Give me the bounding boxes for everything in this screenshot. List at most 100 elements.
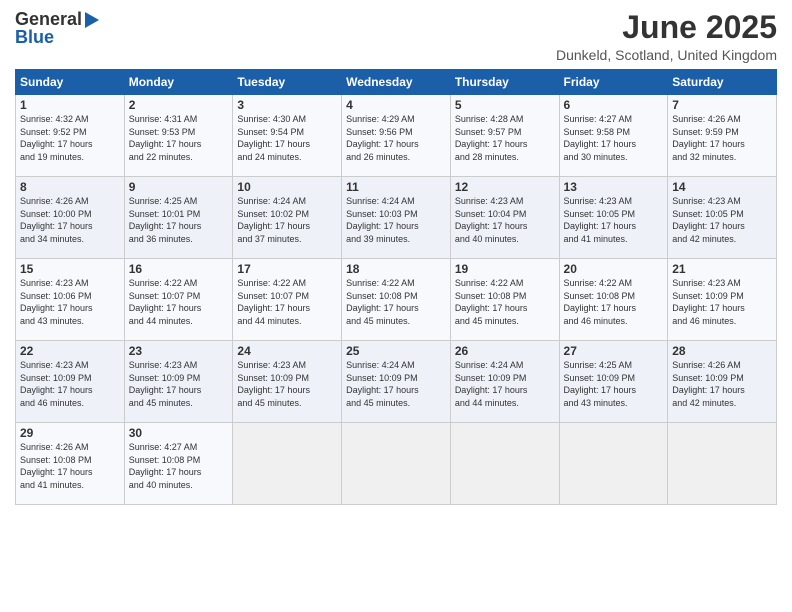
day-info: Sunrise: 4:22 AM Sunset: 10:08 PM Daylig… [346,278,419,326]
day-info: Sunrise: 4:23 AM Sunset: 10:05 PM Daylig… [564,196,637,244]
calendar-cell: 6 Sunrise: 4:27 AM Sunset: 9:58 PM Daylig… [559,95,668,177]
calendar-cell: 12Sunrise: 4:23 AM Sunset: 10:04 PM Dayl… [450,177,559,259]
day-number: 13 [564,180,664,194]
day-number: 9 [129,180,229,194]
calendar-cell: 25 Sunrise: 4:24 AM Sunset: 10:09 PM Dayl… [342,341,451,423]
day-number: 14 [672,180,772,194]
calendar-cell: 14 Sunrise: 4:23 AM Sunset: 10:05 PM Dayl… [668,177,777,259]
calendar-cell: 4 Sunrise: 4:29 AM Sunset: 9:56 PM Daylig… [342,95,451,177]
calendar-cell: 15Sunrise: 4:23 AM Sunset: 10:06 PM Dayl… [16,259,125,341]
logo-arrow-icon [85,12,99,28]
day-info: Sunrise: 4:23 AM Sunset: 10:09 PM Daylig… [129,360,202,408]
calendar-cell: 17Sunrise: 4:22 AM Sunset: 10:07 PM Dayl… [233,259,342,341]
calendar-cell: 8 Sunrise: 4:26 AM Sunset: 10:00 PM Dayli… [16,177,125,259]
calendar-cell: 1 Sunrise: 4:32 AM Sunset: 9:52 PM Daylig… [16,95,125,177]
calendar-cell: 21 Sunrise: 4:23 AM Sunset: 10:09 PM Dayl… [668,259,777,341]
day-number: 17 [237,262,337,276]
day-info: Sunrise: 4:23 AM Sunset: 10:09 PM Daylig… [672,278,745,326]
day-info: Sunrise: 4:29 AM Sunset: 9:56 PM Dayligh… [346,114,419,162]
day-info: Sunrise: 4:25 AM Sunset: 10:09 PM Daylig… [564,360,637,408]
day-number: 5 [455,98,555,112]
day-header-wednesday: Wednesday [342,70,451,95]
calendar-cell [450,423,559,505]
day-number: 23 [129,344,229,358]
calendar-cell: 28 Sunrise: 4:26 AM Sunset: 10:09 PM Dayl… [668,341,777,423]
day-number: 16 [129,262,229,276]
logo-text: General Blue [15,10,99,46]
calendar-body: 1 Sunrise: 4:32 AM Sunset: 9:52 PM Daylig… [16,95,777,505]
logo: General Blue [15,10,99,46]
day-number: 7 [672,98,772,112]
month-title: June 2025 [556,10,777,45]
day-number: 30 [129,426,229,440]
calendar-header: SundayMondayTuesdayWednesdayThursdayFrid… [16,70,777,95]
calendar-cell: 11 Sunrise: 4:24 AM Sunset: 10:03 PM Dayl… [342,177,451,259]
calendar-cell: 30Sunrise: 4:27 AM Sunset: 10:08 PM Dayl… [124,423,233,505]
location-text: Dunkeld, Scotland, United Kingdom [556,47,777,63]
day-info: Sunrise: 4:22 AM Sunset: 10:08 PM Daylig… [564,278,637,326]
day-info: Sunrise: 4:24 AM Sunset: 10:02 PM Daylig… [237,196,310,244]
calendar-cell: 16 Sunrise: 4:22 AM Sunset: 10:07 PM Dayl… [124,259,233,341]
calendar-week-row: 8 Sunrise: 4:26 AM Sunset: 10:00 PM Dayli… [16,177,777,259]
day-header-sunday: Sunday [16,70,125,95]
calendar-cell: 2Sunrise: 4:31 AM Sunset: 9:53 PM Daylig… [124,95,233,177]
calendar-cell: 27Sunrise: 4:25 AM Sunset: 10:09 PM Dayl… [559,341,668,423]
calendar-cell: 29Sunrise: 4:26 AM Sunset: 10:08 PM Dayl… [16,423,125,505]
day-number: 28 [672,344,772,358]
day-headers-row: SundayMondayTuesdayWednesdayThursdayFrid… [16,70,777,95]
day-info: Sunrise: 4:25 AM Sunset: 10:01 PM Daylig… [129,196,202,244]
calendar-cell: 24 Sunrise: 4:23 AM Sunset: 10:09 PM Dayl… [233,341,342,423]
calendar-week-row: 15Sunrise: 4:23 AM Sunset: 10:06 PM Dayl… [16,259,777,341]
header: General Blue June 2025 Dunkeld, Scotland… [15,10,777,63]
day-number: 20 [564,262,664,276]
day-info: Sunrise: 4:32 AM Sunset: 9:52 PM Dayligh… [20,114,93,162]
day-info: Sunrise: 4:23 AM Sunset: 10:05 PM Daylig… [672,196,745,244]
day-number: 1 [20,98,120,112]
day-header-tuesday: Tuesday [233,70,342,95]
day-header-monday: Monday [124,70,233,95]
day-info: Sunrise: 4:24 AM Sunset: 10:03 PM Daylig… [346,196,419,244]
calendar-cell: 20 Sunrise: 4:22 AM Sunset: 10:08 PM Dayl… [559,259,668,341]
day-number: 25 [346,344,446,358]
day-info: Sunrise: 4:23 AM Sunset: 10:09 PM Daylig… [20,360,93,408]
logo-general-text: General [15,10,82,28]
calendar-week-row: 29Sunrise: 4:26 AM Sunset: 10:08 PM Dayl… [16,423,777,505]
title-area: June 2025 Dunkeld, Scotland, United King… [556,10,777,63]
day-info: Sunrise: 4:26 AM Sunset: 10:00 PM Daylig… [20,196,93,244]
day-number: 6 [564,98,664,112]
calendar-cell: 23 Sunrise: 4:23 AM Sunset: 10:09 PM Dayl… [124,341,233,423]
calendar-cell: 5Sunrise: 4:28 AM Sunset: 9:57 PM Daylig… [450,95,559,177]
day-number: 18 [346,262,446,276]
page: General Blue June 2025 Dunkeld, Scotland… [0,0,792,612]
day-number: 2 [129,98,229,112]
day-number: 24 [237,344,337,358]
day-info: Sunrise: 4:27 AM Sunset: 9:58 PM Dayligh… [564,114,637,162]
day-number: 11 [346,180,446,194]
day-info: Sunrise: 4:23 AM Sunset: 10:09 PM Daylig… [237,360,310,408]
day-number: 8 [20,180,120,194]
calendar-week-row: 22Sunrise: 4:23 AM Sunset: 10:09 PM Dayl… [16,341,777,423]
calendar-cell: 18 Sunrise: 4:22 AM Sunset: 10:08 PM Dayl… [342,259,451,341]
calendar-week-row: 1 Sunrise: 4:32 AM Sunset: 9:52 PM Daylig… [16,95,777,177]
day-info: Sunrise: 4:30 AM Sunset: 9:54 PM Dayligh… [237,114,310,162]
day-info: Sunrise: 4:22 AM Sunset: 10:07 PM Daylig… [129,278,202,326]
calendar-cell: 19Sunrise: 4:22 AM Sunset: 10:08 PM Dayl… [450,259,559,341]
calendar-cell: 22Sunrise: 4:23 AM Sunset: 10:09 PM Dayl… [16,341,125,423]
day-number: 4 [346,98,446,112]
calendar-cell: 9 Sunrise: 4:25 AM Sunset: 10:01 PM Dayli… [124,177,233,259]
calendar-cell: 13 Sunrise: 4:23 AM Sunset: 10:05 PM Dayl… [559,177,668,259]
day-number: 12 [455,180,555,194]
calendar-cell [342,423,451,505]
day-number: 10 [237,180,337,194]
day-info: Sunrise: 4:26 AM Sunset: 10:09 PM Daylig… [672,360,745,408]
day-info: Sunrise: 4:26 AM Sunset: 10:08 PM Daylig… [20,442,93,490]
calendar-cell [233,423,342,505]
day-number: 15 [20,262,120,276]
day-number: 21 [672,262,772,276]
day-header-saturday: Saturday [668,70,777,95]
day-header-thursday: Thursday [450,70,559,95]
day-info: Sunrise: 4:24 AM Sunset: 10:09 PM Daylig… [455,360,528,408]
day-info: Sunrise: 4:24 AM Sunset: 10:09 PM Daylig… [346,360,419,408]
calendar-cell: 7Sunrise: 4:26 AM Sunset: 9:59 PM Daylig… [668,95,777,177]
day-header-friday: Friday [559,70,668,95]
